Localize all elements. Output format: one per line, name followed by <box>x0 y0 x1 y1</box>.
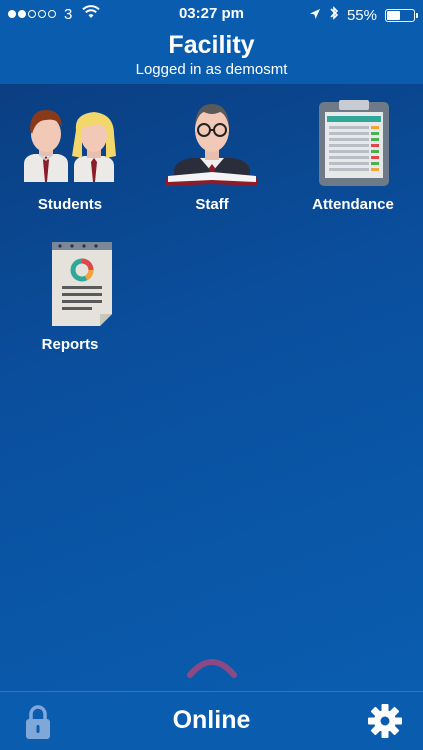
bluetooth-icon <box>329 5 339 25</box>
battery-icon <box>385 8 418 22</box>
location-arrow-icon <box>309 7 321 24</box>
students-tile[interactable]: Students <box>10 100 130 213</box>
connection-status: Online <box>172 706 251 734</box>
staff-label: Staff <box>195 196 229 213</box>
staff-icon <box>162 100 262 192</box>
students-label: Students <box>37 196 103 213</box>
gear-icon[interactable] <box>368 704 402 738</box>
attendance-icon <box>303 100 403 192</box>
students-icon <box>20 100 120 192</box>
reports-label: Reports <box>41 336 99 353</box>
chevron-up-icon[interactable] <box>186 655 238 679</box>
top-bar: 3 03:27 pm 55% Facility Logged in as dem… <box>0 0 423 84</box>
page-title: Facility <box>168 31 255 59</box>
attendance-tile[interactable]: Attendance <box>293 100 413 213</box>
login-status: Logged in as demosmt <box>135 61 288 78</box>
staff-tile[interactable]: Staff <box>152 100 272 213</box>
battery-percent: 55% <box>346 6 377 24</box>
attendance-label: Attendance <box>312 196 394 213</box>
reports-tile[interactable]: Reports <box>10 240 130 353</box>
status-bar: 3 03:27 pm 55% <box>0 0 423 28</box>
reports-icon <box>20 240 120 332</box>
status-right: 55% <box>309 5 418 25</box>
bottom-bar: Online <box>0 691 423 750</box>
